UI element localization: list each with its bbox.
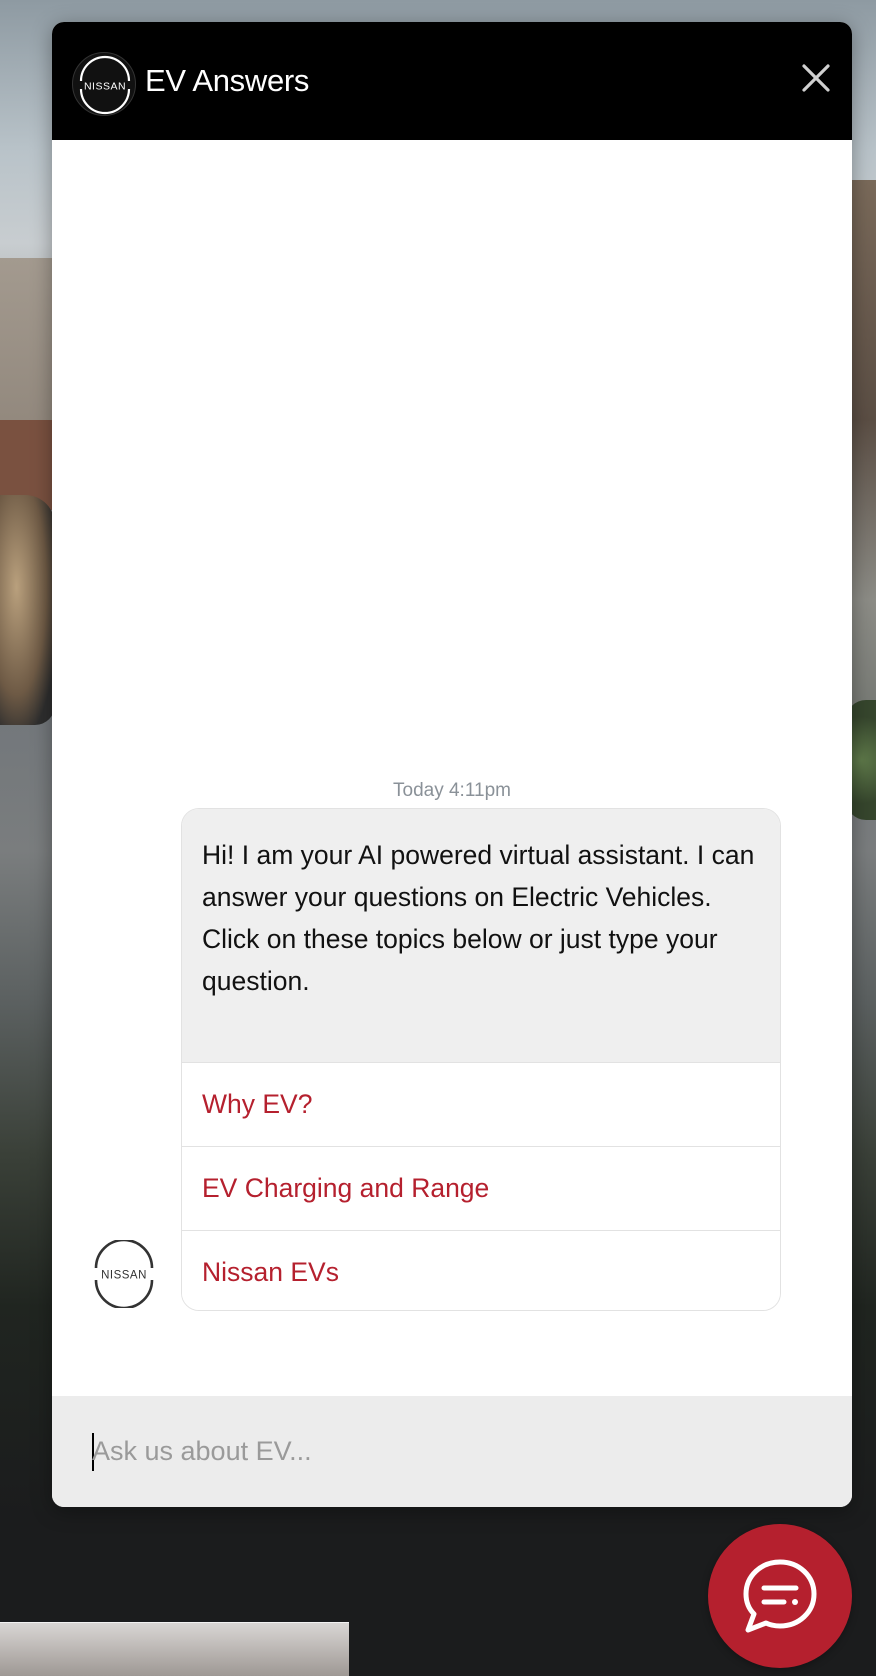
bot-avatar-text: NISSAN: [101, 1270, 147, 1282]
quick-reply-ev-charging[interactable]: EV Charging and Range: [182, 1146, 780, 1230]
chat-messages[interactable]: Today 4:11pm Hi! I am your AI powered vi…: [52, 140, 852, 1396]
background-thumbnail: [0, 1622, 349, 1676]
bot-message-line: Click on these topics below or just type…: [202, 924, 718, 996]
bot-avatar: NISSAN: [90, 1238, 158, 1310]
chat-header: NISSAN EV Answers: [52, 22, 852, 140]
close-button[interactable]: [796, 58, 836, 98]
chat-launcher-button[interactable]: [708, 1524, 852, 1668]
quick-reply-nissan-evs[interactable]: Nissan EVs: [182, 1230, 780, 1310]
nissan-logo-icon: NISSAN: [72, 52, 136, 116]
bot-message-line: Hi! I am your AI powered virtual assista…: [202, 840, 755, 912]
chat-bubble-icon: [743, 1559, 817, 1633]
message-timestamp: Today 4:11pm: [393, 780, 511, 801]
background-car: [0, 495, 55, 725]
bot-message-text: Hi! I am your AI powered virtual assista…: [182, 809, 780, 1062]
bot-message: Hi! I am your AI powered virtual assista…: [181, 808, 781, 1311]
background-building-right: [850, 180, 876, 780]
chat-window: NISSAN EV Answers Today 4:11pm Hi! I am …: [52, 22, 852, 1507]
header-logo-text: NISSAN: [84, 81, 126, 93]
close-icon: [802, 64, 830, 92]
quick-reply-why-ev[interactable]: Why EV?: [182, 1062, 780, 1146]
nissan-logo-icon: NISSAN: [94, 1238, 154, 1310]
message-input-bar: [52, 1396, 852, 1507]
chat-title: EV Answers: [145, 63, 310, 98]
message-input[interactable]: [92, 1426, 812, 1476]
